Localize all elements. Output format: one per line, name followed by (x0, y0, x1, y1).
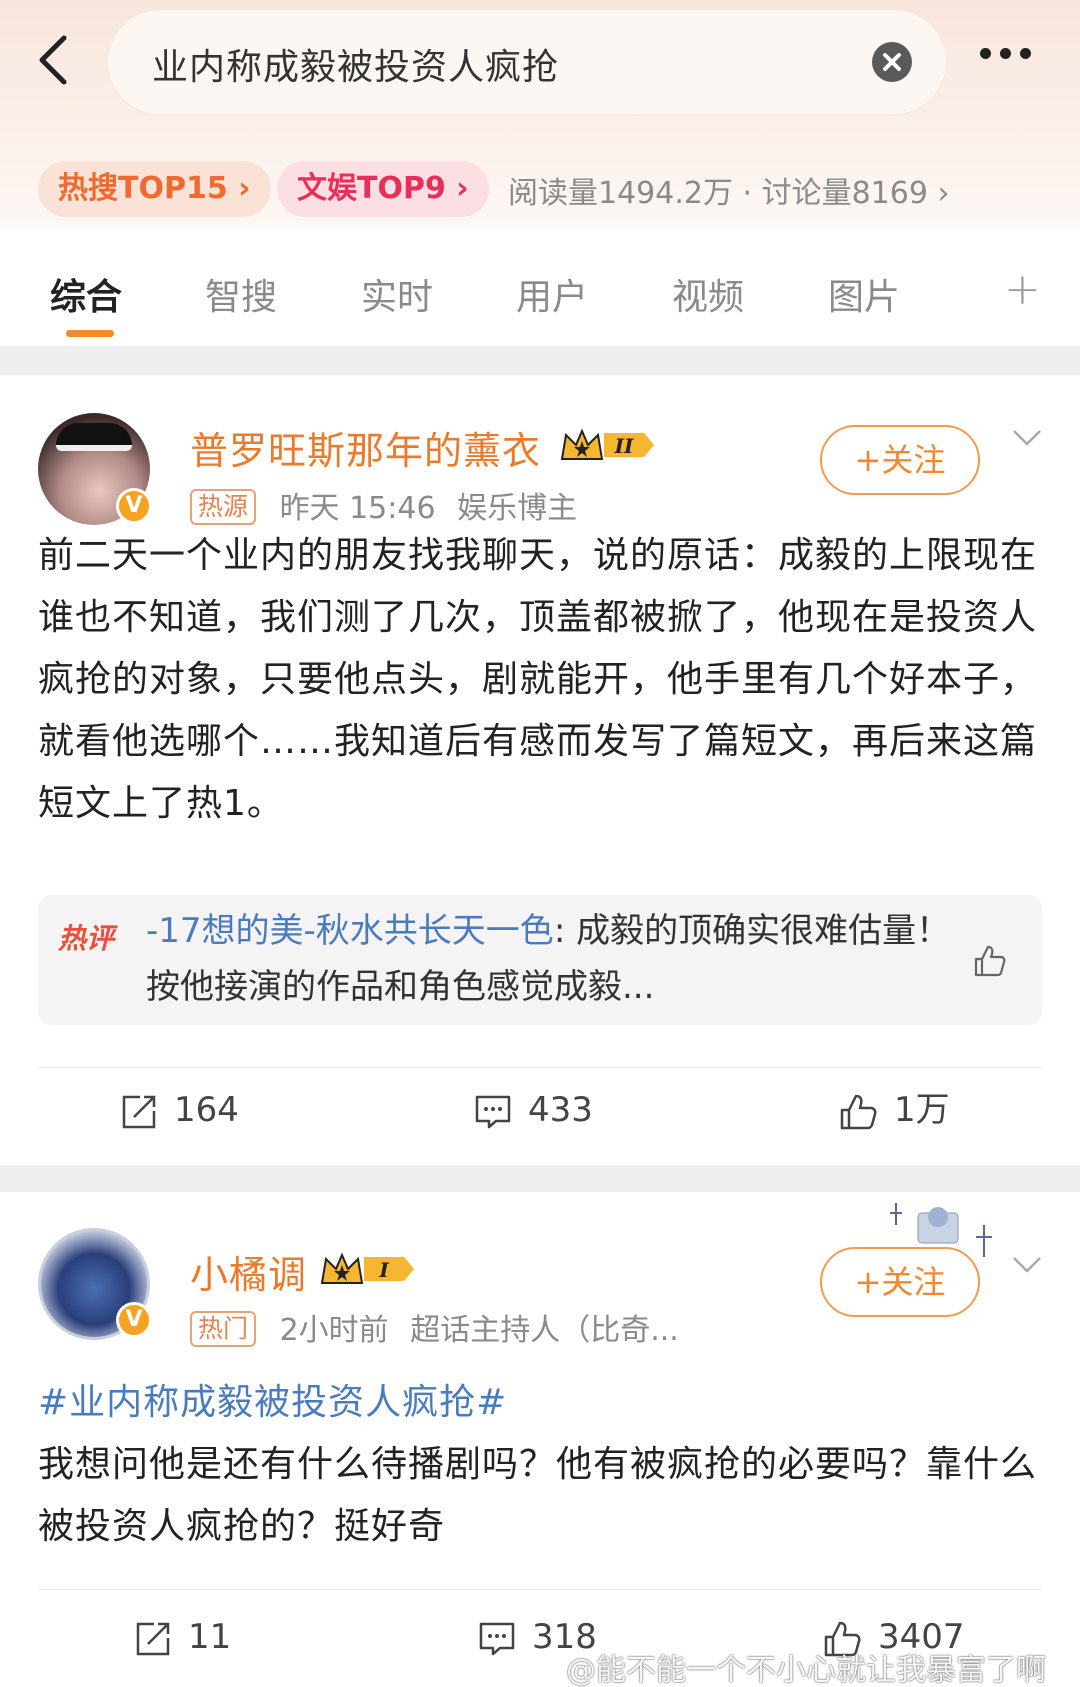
tab-videos[interactable]: 视频 (672, 268, 744, 320)
comment-button[interactable]: 433 (474, 1085, 593, 1135)
verified-badge-icon: V (116, 488, 152, 524)
active-tab-indicator (66, 330, 114, 337)
hot-comment-author[interactable]: -17想的美-秋水共长天一色 (146, 911, 554, 951)
chevron-down-icon[interactable] (1010, 1247, 1044, 1281)
search-input[interactable]: 业内称成毅被投资人疯抢 (108, 10, 946, 114)
like-button[interactable]: 1万 (838, 1085, 950, 1135)
search-tabs: 综合 智搜 实时 用户 视频 图片 + (0, 228, 1080, 346)
entertainment-rank-label: 文娱TOP9 (297, 171, 446, 206)
member-crown-icon[interactable]: I (318, 1249, 418, 1289)
comment-like-icon[interactable] (970, 941, 1010, 981)
post-meta: 热门 2小时前 超话主持人（比奇... (190, 1305, 679, 1349)
repost-button[interactable]: 11 (134, 1612, 231, 1662)
tab-images[interactable]: 图片 (828, 268, 900, 320)
divider (38, 1067, 1042, 1068)
verified-badge-icon: V (116, 1302, 152, 1338)
watermark-text: @能不能一个不小心就让我暴富了啊 (566, 1653, 1046, 1687)
topic-hashtag-link[interactable]: #业内称成毅被投资人疯抢# (38, 1372, 1048, 1434)
add-tab-icon[interactable]: + (1004, 264, 1041, 315)
post-content: #业内称成毅被投资人疯抢# 我想问他是还有什么待播剧吗？他有被疯抢的必要吗？靠什… (38, 1372, 1048, 1558)
avatar-frame-decoration-icon (890, 1203, 992, 1257)
member-level-text: I (378, 1258, 389, 1282)
back-arrow-icon[interactable] (30, 30, 80, 90)
post-card[interactable]: V 小橘调 I 热门 2小时前 超话主持人（比奇... +关注 #业内称成毅被投… (0, 1192, 1080, 1687)
post-text: 前二天一个业内的朋友找我聊天，说的原话：成毅的上限现在谁也不知道，我们测了几次，… (38, 535, 1038, 824)
hot-comment-content: -17想的美-秋水共长天一色: 成毅的顶确实很难估量！按他接演的作品和角色感觉成… (146, 903, 956, 1015)
post-time: 昨天 15:46 (279, 491, 436, 526)
repost-button[interactable]: 164 (120, 1085, 239, 1135)
post-username[interactable]: 小橘调 (190, 1244, 307, 1299)
repost-icon (136, 1622, 170, 1655)
tab-realtime[interactable]: 实时 (361, 268, 433, 320)
repost-count: 164 (174, 1090, 239, 1130)
post-text: 我想问他是还有什么待播剧吗？他有被疯抢的必要吗？靠什么被投资人疯抢的？挺好奇 (38, 1444, 1038, 1547)
member-level-text: II (614, 434, 634, 458)
entertainment-rank-tag[interactable]: 文娱TOP9 › (277, 161, 489, 217)
search-header: 业内称成毅被投资人疯抢 热搜TOP15 › 文娱TOP9 › 阅读量1494.2… (0, 0, 1080, 228)
member-crown-icon[interactable]: II (558, 425, 658, 465)
author-role: 超话主持人（比奇... (410, 1313, 679, 1348)
comment-icon (475, 1095, 511, 1128)
like-count: 1万 (894, 1090, 950, 1130)
chevron-down-icon[interactable] (1010, 420, 1044, 454)
source-tag: 热源 (190, 489, 257, 525)
repost-icon (122, 1095, 156, 1128)
topic-stats-text: 阅读量1494.2万 · 讨论量8169 (508, 176, 928, 211)
post-meta: 热源 昨天 15:46 娱乐博主 (190, 483, 577, 527)
source-tag: 热门 (190, 1311, 257, 1347)
clear-search-icon[interactable] (872, 42, 912, 82)
hot-comment-label: 热评 (58, 922, 115, 955)
comment-icon (479, 1622, 515, 1655)
tab-users[interactable]: 用户 (516, 268, 588, 320)
post-time: 2小时前 (279, 1313, 389, 1348)
weibo-search-page: 业内称成毅被投资人疯抢 热搜TOP15 › 文娱TOP9 › 阅读量1494.2… (0, 0, 1080, 1687)
repost-count: 11 (188, 1617, 232, 1657)
comment-count: 433 (528, 1090, 593, 1130)
follow-button[interactable]: +关注 (820, 425, 980, 495)
divider (38, 1589, 1042, 1590)
search-query-text: 业内称成毅被投资人疯抢 (152, 47, 560, 88)
topic-stats[interactable]: 阅读量1494.2万 · 讨论量8169 › (508, 168, 949, 212)
post-card[interactable]: V 普罗旺斯那年的薰衣 II 热源 昨天 15:46 娱乐博主 +关注 前二天一… (0, 375, 1080, 1165)
tab-comprehensive[interactable]: 综合 (50, 268, 122, 320)
more-options-icon[interactable] (980, 44, 1050, 74)
post-username[interactable]: 普罗旺斯那年的薰衣 (190, 420, 541, 475)
like-icon (840, 1094, 877, 1129)
hot-search-rank-tag[interactable]: 热搜TOP15 › (38, 161, 271, 217)
author-role: 娱乐博主 (457, 491, 578, 526)
hot-search-rank-label: 热搜TOP15 (58, 171, 228, 206)
tab-smart-search[interactable]: 智搜 (205, 268, 277, 320)
hot-comment[interactable]: 热评 -17想的美-秋水共长天一色: 成毅的顶确实很难估量！按他接演的作品和角色… (38, 895, 1042, 1025)
